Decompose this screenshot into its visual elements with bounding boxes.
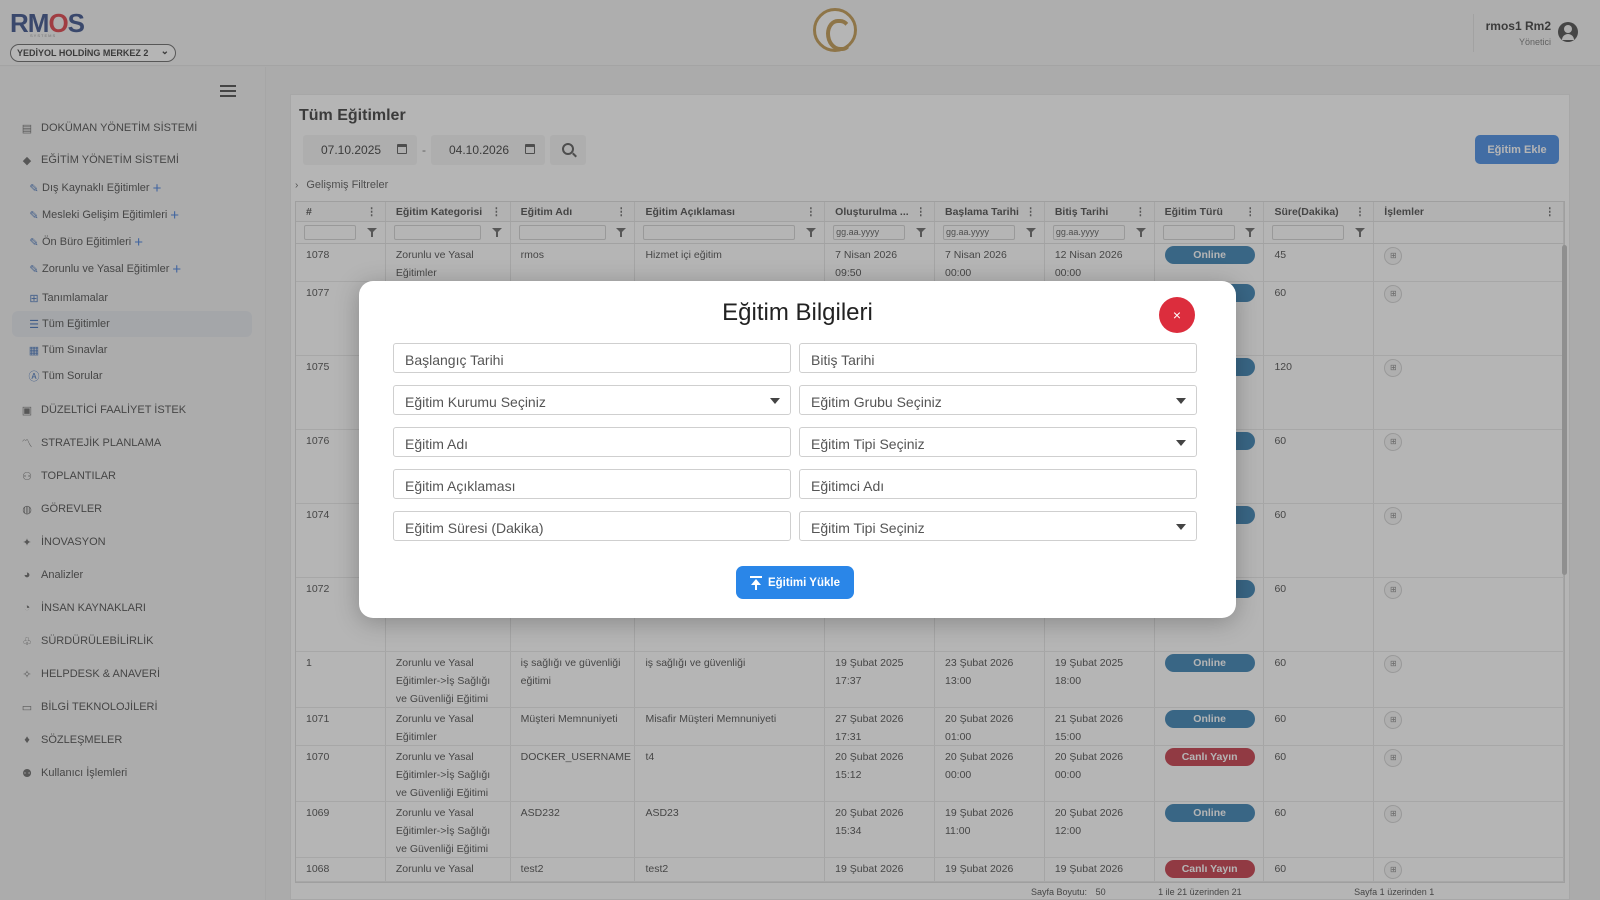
close-button[interactable]: × xyxy=(1159,297,1195,333)
dropdown-arrow-icon[interactable] xyxy=(1176,524,1186,530)
modal-title: Eğitim Bilgileri xyxy=(722,299,873,326)
upload-training-button[interactable]: Eğitimi Yükle xyxy=(736,566,854,599)
dropdown-arrow-icon[interactable] xyxy=(770,398,780,404)
dropdown-arrow-icon[interactable] xyxy=(1176,440,1186,446)
modal-input-field[interactable]: Bitiş Tarihi xyxy=(799,343,1197,373)
modal-select-field[interactable]: Eğitim Kurumu Seçiniz xyxy=(393,385,791,415)
upload-icon xyxy=(749,575,762,590)
modal-select-field[interactable]: Eğitim Grubu Seçiniz xyxy=(799,385,1197,415)
modal-input-field[interactable]: Eğitimci Adı xyxy=(799,469,1197,499)
modal-input-field[interactable]: Başlangıç Tarihi xyxy=(393,343,791,373)
modal-overlay[interactable]: Eğitim Bilgileri × Başlangıç Tarihi Bitiş… xyxy=(0,0,1600,900)
modal-input-field[interactable]: Eğitim Adı xyxy=(393,427,791,457)
modal-input-field[interactable]: Eğitim Açıklaması xyxy=(393,469,791,499)
modal-select-field[interactable]: Eğitim Tipi Seçiniz xyxy=(799,427,1197,457)
dropdown-arrow-icon[interactable] xyxy=(1176,398,1186,404)
modal-select-field[interactable]: Eğitim Tipi Seçiniz xyxy=(799,511,1197,541)
training-info-modal: Eğitim Bilgileri × Başlangıç Tarihi Bitiş… xyxy=(359,281,1236,618)
modal-input-field[interactable]: Eğitim Süresi (Dakika) xyxy=(393,511,791,541)
